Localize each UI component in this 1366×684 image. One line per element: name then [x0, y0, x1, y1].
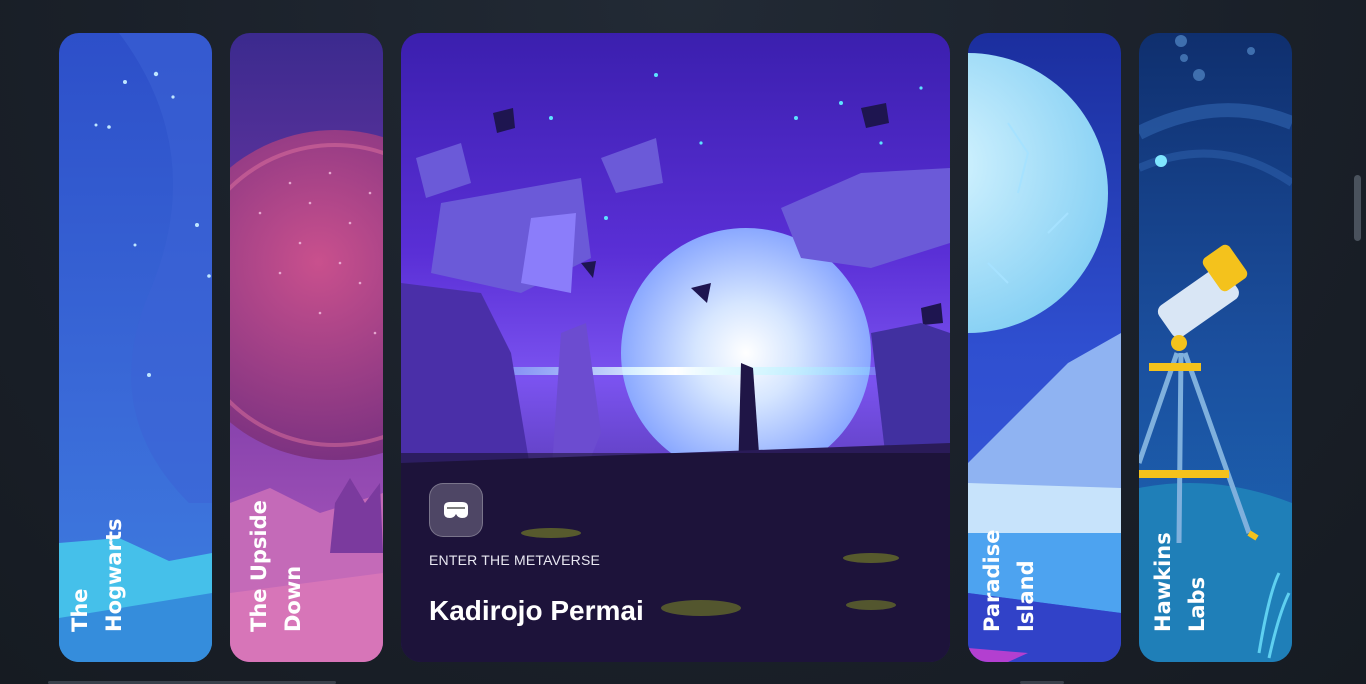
card-title: Kadirojo Permai [429, 595, 644, 626]
card-upside-down-label: The Upside Down [247, 500, 305, 632]
card-hawkins-label: Hawkins Labs [1151, 532, 1209, 632]
card-the-upside-down[interactable]: The Upside Down [230, 33, 383, 662]
vr-headset-icon [444, 502, 468, 518]
scrollbar-thumb[interactable] [1354, 175, 1361, 241]
card-paradise-island[interactable]: Paradise Island [968, 33, 1121, 662]
card-eyebrow: ENTER THE METAVERSE [429, 552, 601, 568]
vertical-scrollbar[interactable] [1352, 0, 1362, 684]
card-hawkins-labs[interactable]: Hawkins Labs [1139, 33, 1292, 662]
card-kadirojo-permai[interactable]: ENTER THE METAVERSE Kadirojo Permai [401, 33, 950, 662]
card-hogwarts-label: The Hogwarts [68, 518, 126, 632]
vr-headset-button[interactable] [429, 483, 483, 537]
card-paradise-label: Paradise Island [980, 529, 1038, 633]
card-the-hogwarts[interactable]: The Hogwarts [59, 33, 212, 662]
